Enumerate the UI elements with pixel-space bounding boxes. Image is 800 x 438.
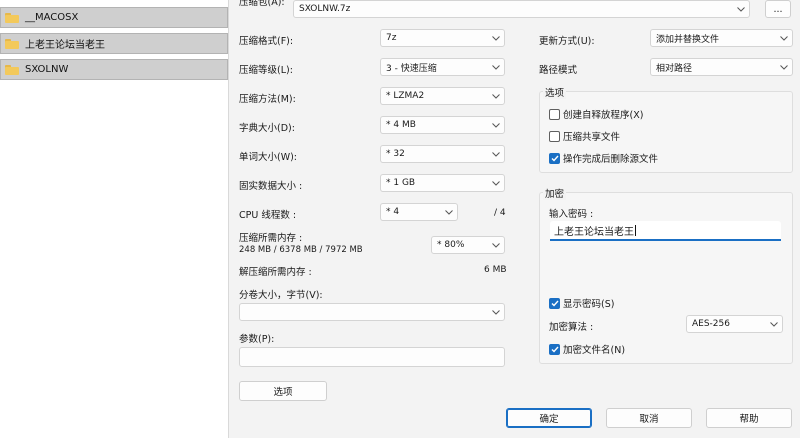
delete-source-label: 操作完成后删除源文件 (563, 154, 659, 165)
folder-item-laowang[interactable]: 上老王论坛当老王 (0, 33, 228, 54)
chevron-down-icon (488, 175, 504, 191)
dict-combo[interactable]: * 4 MB (380, 116, 505, 134)
update-label: 更新方式(U): (539, 36, 595, 47)
show-password-checkbox-row[interactable]: 显示密码(S) (549, 296, 614, 310)
encryption-group-title: 加密 (543, 186, 567, 200)
method-combo[interactable]: * LZMA2 (380, 87, 505, 105)
encryption-method-combo[interactable]: AES-256 (686, 315, 783, 333)
word-combo[interactable]: * 32 (380, 145, 505, 163)
encryption-method-value: AES-256 (692, 319, 730, 329)
split-label: 分卷大小，字节(V): (239, 290, 323, 301)
ok-button[interactable]: 确定 (506, 408, 592, 428)
options-group-title: 选项 (543, 85, 567, 99)
archive-label: 压缩包(A): (239, 0, 285, 8)
sfx-checkbox[interactable] (549, 108, 560, 120)
folder-label: SXOLNW (25, 64, 69, 75)
path-value: 相对路径 (656, 63, 693, 74)
password-label: 输入密码 : (549, 209, 594, 220)
chevron-down-icon (488, 30, 504, 46)
mem-decomp-label: 解压缩所需内存 : (239, 267, 312, 278)
chevron-down-icon[interactable] (733, 1, 749, 17)
method-value: * LZMA2 (386, 91, 425, 101)
mem-comp-value: * 80% (437, 240, 465, 250)
mem-comp-combo[interactable]: * 80% (431, 236, 505, 254)
encrypt-names-label: 加密文件名(N) (563, 345, 626, 356)
split-combo[interactable] (239, 303, 505, 321)
browse-button[interactable]: ... (765, 0, 791, 18)
chevron-down-icon (488, 117, 504, 133)
show-password-label: 显示密码(S) (563, 299, 615, 310)
cancel-button[interactable]: 取消 (606, 408, 692, 428)
show-password-checkbox[interactable] (549, 297, 560, 309)
params-input[interactable] (239, 347, 505, 367)
chevron-down-icon (488, 88, 504, 104)
word-label: 单词大小(W): (239, 152, 298, 163)
chevron-down-icon (488, 146, 504, 162)
help-button[interactable]: 帮助 (706, 408, 792, 428)
delete-source-checkbox[interactable] (549, 152, 560, 164)
folder-label: 上老王论坛当老王 (25, 40, 105, 51)
update-value: 添加并替换文件 (656, 34, 720, 45)
update-combo[interactable]: 添加并替换文件 (650, 29, 793, 47)
chevron-down-icon (488, 59, 504, 75)
cpu-label: CPU 线程数 : (239, 210, 297, 221)
chevron-down-icon (776, 30, 792, 46)
mem-comp-detail: 248 MB / 6378 MB / 7972 MB (239, 245, 363, 255)
folder-label: __MACOSX (25, 12, 79, 23)
chevron-down-icon (488, 237, 504, 253)
word-value: * 32 (386, 149, 405, 159)
folder-icon (5, 12, 19, 23)
mem-decomp-value: 6 MB (484, 265, 507, 275)
solid-value: * 1 GB (386, 178, 416, 188)
delete-source-checkbox-row[interactable]: 操作完成后删除源文件 (549, 151, 658, 165)
sfx-label: 创建自释放程序(X) (563, 110, 644, 121)
params-label: 参数(P): (239, 334, 275, 345)
encryption-method-label: 加密算法 : (549, 322, 594, 333)
folder-icon (5, 64, 19, 75)
mem-comp-label: 压缩所需内存 : (239, 233, 303, 244)
sfx-checkbox-row[interactable]: 创建自释放程序(X) (549, 107, 643, 121)
folder-item-sxolnw[interactable]: SXOLNW (0, 59, 228, 80)
dict-label: 字典大小(D): (239, 123, 295, 134)
password-value: 上老王论坛当老王 (554, 226, 634, 238)
dict-value: * 4 MB (386, 120, 416, 130)
level-label: 压缩等级(L): (239, 65, 293, 76)
archive-name-value: SXOLNW.7z (299, 4, 351, 14)
level-value: 3 - 快速压缩 (386, 63, 437, 74)
encrypt-names-checkbox-row[interactable]: 加密文件名(N) (549, 342, 625, 356)
shared-checkbox[interactable] (549, 130, 560, 142)
password-input[interactable]: 上老王论坛当老王 (550, 221, 781, 241)
encrypt-names-checkbox[interactable] (549, 343, 560, 355)
solid-label: 固实数据大小 : (239, 181, 303, 192)
file-explorer-pane: __MACOSX 上老王论坛当老王 SXOLNW (0, 0, 228, 438)
folder-icon (5, 38, 19, 49)
shared-label: 压缩共享文件 (563, 132, 621, 143)
cpu-total: / 4 (494, 208, 506, 218)
chevron-down-icon (441, 204, 457, 220)
shared-checkbox-row[interactable]: 压缩共享文件 (549, 129, 620, 143)
chevron-down-icon (776, 59, 792, 75)
method-label: 压缩方法(M): (239, 94, 296, 105)
chevron-down-icon (488, 304, 504, 320)
chevron-down-icon (766, 316, 782, 332)
path-label: 路径模式 (539, 65, 578, 76)
cpu-combo[interactable]: * 4 (380, 203, 458, 221)
format-label: 压缩格式(F): (239, 36, 294, 47)
folder-item-macosx[interactable]: __MACOSX (0, 7, 228, 28)
format-combo[interactable]: 7z (380, 29, 505, 47)
level-combo[interactable]: 3 - 快速压缩 (380, 58, 505, 76)
options-button[interactable]: 选项 (239, 381, 327, 401)
solid-combo[interactable]: * 1 GB (380, 174, 505, 192)
archive-name-combo[interactable]: SXOLNW.7z (293, 0, 750, 18)
cpu-value: * 4 (386, 207, 400, 217)
format-value: 7z (386, 33, 397, 43)
text-caret (635, 224, 636, 236)
path-combo[interactable]: 相对路径 (650, 58, 793, 76)
add-to-archive-dialog: 压缩包(A): SXOLNW.7z ... 压缩格式(F): 7z 压缩等级(L… (228, 0, 800, 438)
